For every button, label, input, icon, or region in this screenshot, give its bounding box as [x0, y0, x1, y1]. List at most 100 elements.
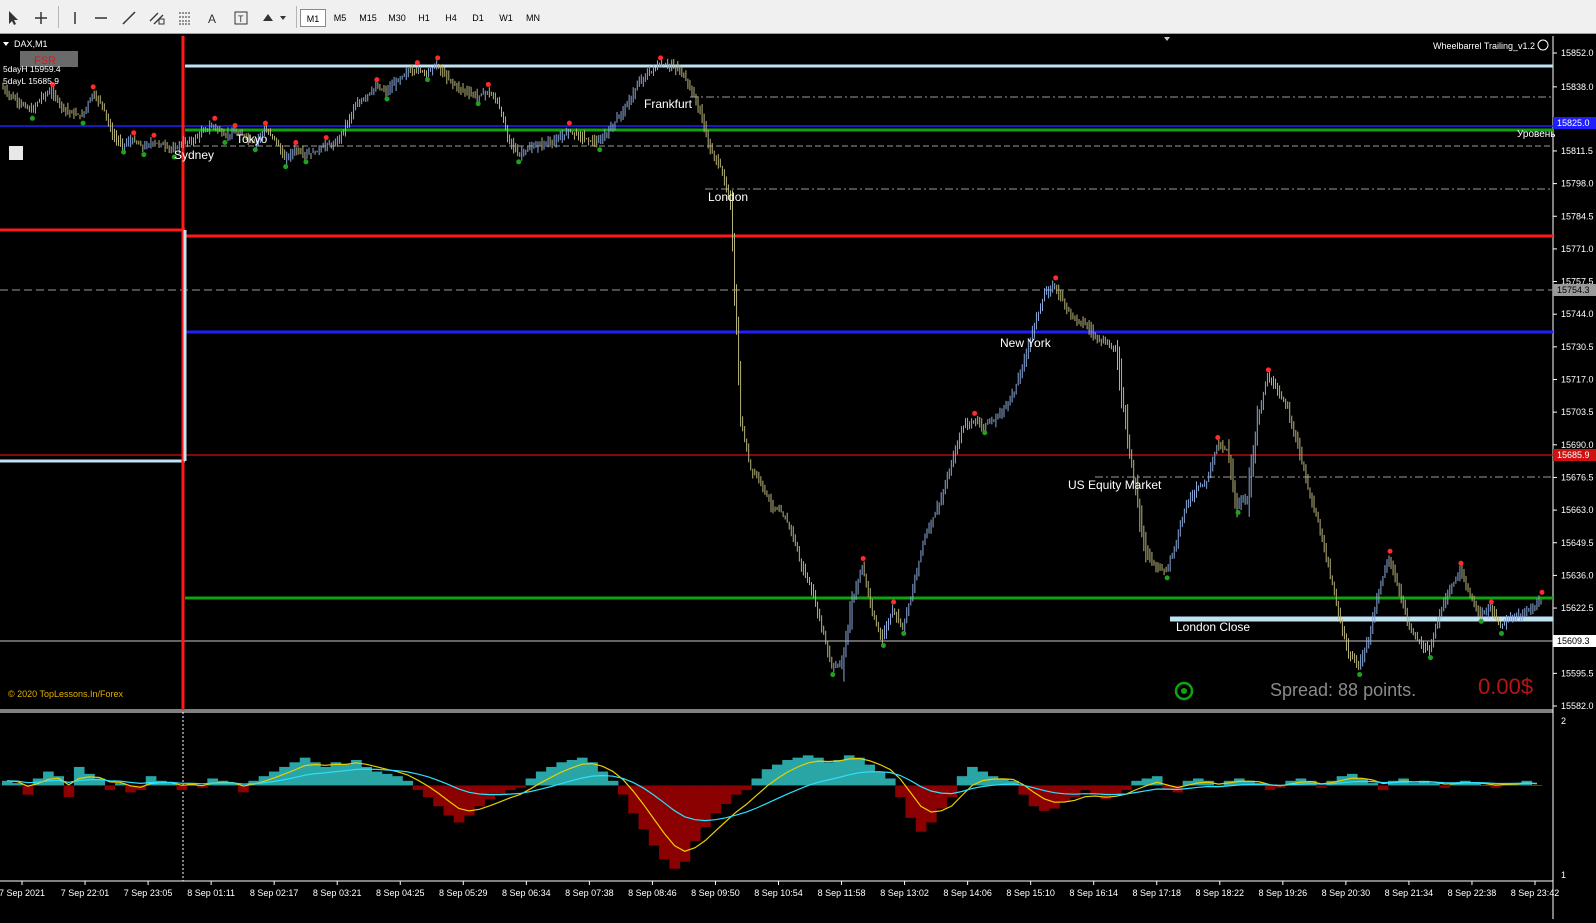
fractal-low-marker [121, 149, 127, 155]
red-price-tag: 15685.9 [1557, 450, 1590, 460]
macd-bar [864, 764, 876, 786]
time-axis-label: 8 Sep 19:26 [1259, 888, 1308, 898]
macd-bar [802, 755, 814, 786]
macd-bar [874, 771, 886, 786]
macd-bar [905, 785, 917, 818]
macd-bar [607, 780, 619, 786]
macd-bar [299, 757, 311, 786]
session-label-london: London [708, 190, 748, 204]
price-axis-label: 15730.5 [1561, 342, 1594, 352]
text-icon[interactable]: A [204, 9, 222, 27]
horizontal-line-icon[interactable] [92, 9, 110, 27]
macd-bar [833, 759, 845, 786]
macd-bar [1192, 778, 1204, 786]
fractal-high-marker [323, 135, 329, 141]
fractal-low-marker [303, 159, 309, 165]
time-axis-label: 8 Sep 23:42 [1511, 888, 1560, 898]
profit-text: 0.00$ [1478, 674, 1533, 699]
fractal-low-marker [141, 152, 147, 158]
price-axis-label: 15784.5 [1561, 211, 1594, 221]
macd-bar [381, 773, 393, 786]
fractal-low-marker [597, 147, 603, 153]
session-label-tokyo: Tokyo [236, 132, 268, 146]
macd-bar [1377, 785, 1389, 791]
timeframe-d1[interactable]: D1 [465, 9, 491, 27]
macd-bar [22, 785, 34, 795]
time-axis-label: 8 Sep 11:58 [818, 888, 866, 898]
price-axis-label: 15838.0 [1561, 82, 1594, 92]
vertical-line-icon[interactable] [66, 9, 84, 27]
timeframe-m30[interactable]: M30 [383, 9, 411, 27]
cursor-icon[interactable] [4, 9, 22, 27]
fractal-low-marker [1478, 618, 1484, 624]
macd-bar [1264, 785, 1276, 791]
macd-bar [535, 771, 547, 786]
fractal-low-marker [283, 164, 289, 170]
timeframe-w1[interactable]: W1 [493, 9, 519, 27]
timeframe-m5[interactable]: M5 [327, 9, 353, 27]
fractal-high-marker [293, 139, 299, 145]
fractal-high-marker [151, 132, 157, 138]
macd-bar [505, 785, 516, 791]
fractal-low-marker [1428, 655, 1434, 661]
price-axis-label: 15649.5 [1561, 538, 1594, 548]
timeframe-h4[interactable]: H4 [438, 9, 464, 27]
indicator-scale-top: 2 [1561, 716, 1566, 726]
time-axis-label: 7 Sep 23:05 [124, 888, 173, 898]
panel-toggle-box [9, 146, 23, 160]
price-axis-label: 15703.5 [1561, 407, 1594, 417]
time-axis-label: 8 Sep 02:17 [250, 888, 299, 898]
timeframe-m15[interactable]: M15 [354, 9, 382, 27]
macd-bar [330, 762, 342, 786]
channel-icon[interactable] [148, 9, 166, 27]
fractal-low-marker [1357, 672, 1363, 678]
time-axis-label: 8 Sep 04:25 [376, 888, 425, 898]
time-axis-label: 8 Sep 09:50 [691, 888, 740, 898]
price-axis-label: 15663.0 [1561, 505, 1594, 515]
macd-bar [669, 785, 680, 869]
time-axis-label: 8 Sep 22:38 [1448, 888, 1497, 898]
price-chart[interactable]: Sydney Tokyo Frankfurt London New York U… [0, 36, 1596, 919]
five-day-low: 5dayL 15685.9 [3, 76, 59, 86]
fractal-high-marker [232, 123, 238, 129]
timeframe-h1[interactable]: H1 [411, 9, 437, 27]
macd-bar [145, 776, 157, 786]
macd-bar [73, 766, 85, 786]
fractal-high-marker [131, 130, 137, 136]
time-axis-label: 8 Sep 06:34 [502, 888, 551, 898]
fractal-high-marker [262, 120, 268, 126]
spread-text: Spread: 88 points. [1270, 680, 1416, 700]
timeframe-mn[interactable]: MN [520, 9, 546, 27]
fibonacci-icon[interactable] [176, 9, 194, 27]
trendline-icon[interactable] [120, 9, 138, 27]
macd-bar [412, 785, 424, 791]
svg-text:A: A [208, 12, 216, 26]
price-axis-label: 15798.0 [1561, 179, 1594, 189]
time-axis-label: 8 Sep 07:38 [565, 888, 614, 898]
fractal-low-marker [425, 77, 431, 83]
session-label-london-close: London Close [1176, 620, 1250, 634]
macd-bar [730, 785, 742, 795]
price-axis-label: 15582.0 [1561, 701, 1594, 711]
svg-text:T: T [238, 14, 244, 24]
macd-bar [648, 785, 660, 846]
fractal-high-marker [658, 55, 664, 61]
session-label-new-york: New York [1000, 336, 1052, 350]
macd-bar [1121, 785, 1132, 791]
arrows-icon[interactable] [260, 9, 288, 27]
chart-window[interactable]: Sydney Tokyo Frankfurt London New York U… [0, 36, 1596, 919]
macd-bar [402, 780, 414, 786]
macd-bar [741, 785, 752, 791]
fractal-high-marker [1458, 560, 1464, 566]
time-axis-label: 8 Sep 03:21 [313, 888, 362, 898]
macd-bar [710, 785, 722, 814]
macd-bar [977, 771, 988, 786]
fractal-high-marker [414, 60, 420, 66]
timeframe-m1[interactable]: M1 [300, 9, 326, 27]
price-axis-label: 15622.5 [1561, 603, 1594, 613]
text-label-icon[interactable]: T [232, 9, 250, 27]
fractal-high-marker [1488, 599, 1494, 605]
macd-bar [884, 778, 896, 786]
crosshair-icon[interactable] [32, 9, 50, 27]
time-axis-label: 8 Sep 20:30 [1322, 888, 1371, 898]
